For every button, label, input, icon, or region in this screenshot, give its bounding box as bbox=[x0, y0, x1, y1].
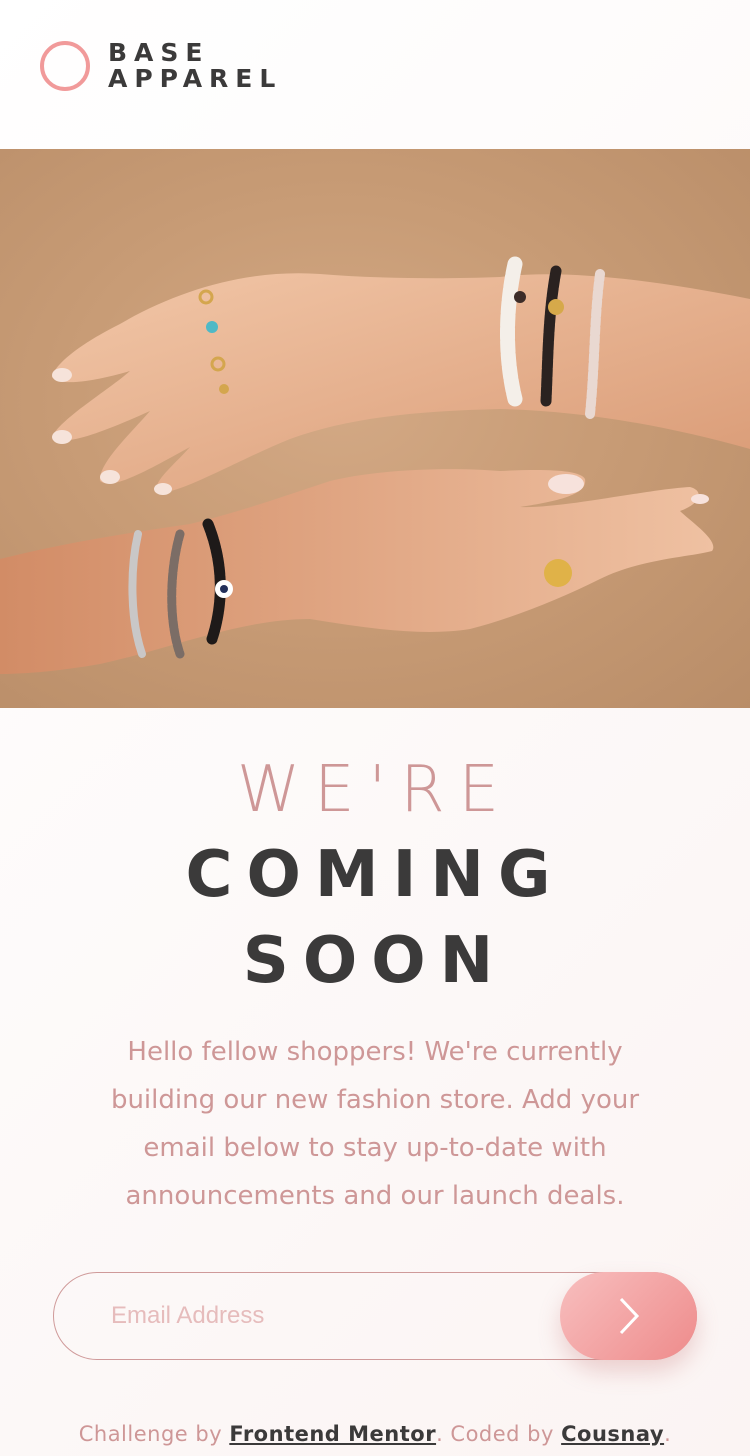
hero-image bbox=[0, 149, 750, 708]
title-bold-line-1: COMING bbox=[185, 838, 565, 912]
logo-line-1: BASE bbox=[108, 38, 210, 67]
logo-line-2: APPAREL bbox=[108, 64, 283, 93]
attribution-middle: . Coded by bbox=[436, 1422, 562, 1446]
signup-form bbox=[53, 1272, 697, 1360]
title-bold-line-2: SOON bbox=[242, 924, 508, 998]
hands-with-bracelets-image bbox=[0, 256, 750, 674]
logo-circle-icon bbox=[40, 41, 90, 91]
attribution-prefix: Challenge by bbox=[78, 1422, 230, 1446]
chevron-right-icon bbox=[619, 1297, 639, 1335]
author-link[interactable]: Cousnay bbox=[561, 1422, 664, 1446]
frontend-mentor-link[interactable]: Frontend Mentor bbox=[229, 1422, 436, 1446]
site-header: BASE APPAREL bbox=[0, 0, 750, 149]
attribution: Challenge by Frontend Mentor. Coded by C… bbox=[0, 1418, 750, 1450]
submit-button[interactable] bbox=[560, 1272, 697, 1360]
brand-logo[interactable]: BASE APPAREL bbox=[40, 40, 282, 92]
attribution-suffix: . bbox=[664, 1422, 672, 1446]
page-title: WE'RE COMING SOON bbox=[0, 748, 750, 1004]
title-light-line: WE'RE bbox=[236, 753, 514, 827]
description-text: Hello fellow shoppers! We're currently b… bbox=[110, 1037, 640, 1211]
logo-wordmark: BASE APPAREL bbox=[108, 40, 282, 92]
